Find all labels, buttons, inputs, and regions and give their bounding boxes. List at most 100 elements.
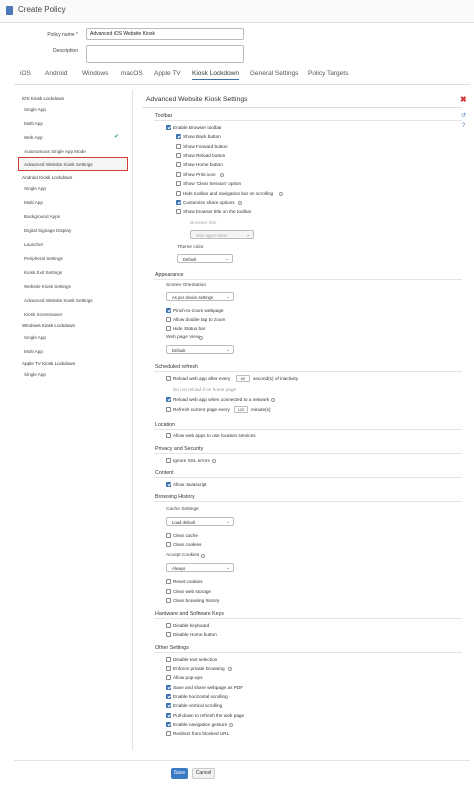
- web-page-view-select[interactable]: Default ⌄: [166, 345, 234, 354]
- hide-toolbar-on-scroll-checkbox[interactable]: [176, 191, 181, 196]
- sidebar-group-ios: iOS Kiosk Lockdown: [22, 96, 65, 101]
- redirect-blocked-url-checkbox[interactable]: [166, 731, 171, 736]
- info-icon[interactable]: [212, 458, 216, 463]
- show-forward-button-checkbox[interactable]: [176, 144, 181, 149]
- sidebar-item-ios-multi-app[interactable]: Multi App: [24, 121, 43, 126]
- sidebar-item-ios-single-app[interactable]: Single App: [24, 107, 46, 112]
- show-clear-session-label: Show 'Clear Session' option: [183, 181, 242, 186]
- close-icon[interactable]: ✖: [460, 95, 467, 104]
- show-clear-session-checkbox[interactable]: [176, 181, 181, 186]
- sidebar-item-windows-single-app[interactable]: Single App: [24, 335, 46, 340]
- show-back-button-checkbox[interactable]: [176, 134, 181, 139]
- clear-cache-checkbox[interactable]: [166, 533, 171, 538]
- double-tap-zoom-checkbox[interactable]: [166, 317, 171, 322]
- sidebar-item-background-apps[interactable]: Background Apps: [24, 214, 60, 219]
- info-icon[interactable]: [220, 172, 224, 177]
- allow-location-checkbox[interactable]: [166, 433, 171, 438]
- sidebar-item-windows-multi-app[interactable]: Multi App: [24, 349, 43, 354]
- reload-after-suffix: second(s) of inactivity: [253, 376, 299, 381]
- sidebar-item-website-kiosk[interactable]: Website Kiosk Settings: [24, 284, 71, 289]
- sidebar-item-digital-signage[interactable]: Digital Signage Display: [24, 228, 71, 233]
- tab-apple-tv[interactable]: Apple TV: [154, 70, 181, 77]
- tab-general-settings[interactable]: General Settings: [250, 70, 298, 77]
- sidebar-item-kiosk-screensaver[interactable]: Kiosk Screensaver: [24, 312, 62, 317]
- sidebar-item-ios-web-app[interactable]: Web App: [24, 135, 43, 140]
- refresh-current-page-input[interactable]: 120: [234, 406, 248, 413]
- disable-text-selection-checkbox[interactable]: [166, 657, 171, 662]
- save-share-pdf-checkbox[interactable]: [166, 685, 171, 690]
- hide-status-bar-checkbox[interactable]: [166, 326, 171, 331]
- vertical-scrolling-checkbox[interactable]: [166, 703, 171, 708]
- undo-icon[interactable]: ↺: [461, 112, 466, 119]
- sidebar-item-launcher[interactable]: Launcher: [24, 242, 43, 247]
- show-reload-button-checkbox[interactable]: [176, 153, 181, 158]
- tab-windows[interactable]: Windows: [82, 70, 108, 77]
- section-divider: [154, 501, 462, 502]
- reload-after-checkbox[interactable]: [166, 376, 171, 381]
- accept-cookies-value: Always: [172, 565, 186, 571]
- sidebar-item-android-multi-app[interactable]: Multi App: [24, 200, 43, 205]
- theme-color-select[interactable]: Default ⌄: [177, 254, 233, 263]
- disable-keyboard-checkbox[interactable]: [166, 623, 171, 628]
- sidebar-item-peripheral-settings[interactable]: Peripheral Settings: [24, 256, 63, 261]
- reload-on-network-checkbox[interactable]: [166, 397, 171, 402]
- customize-share-options-checkbox[interactable]: [176, 200, 181, 205]
- policy-name-input[interactable]: Advanced iOS Website Kiosk: [86, 28, 244, 40]
- show-browser-title-checkbox[interactable]: [176, 209, 181, 214]
- save-button[interactable]: Save: [171, 768, 188, 779]
- help-icon[interactable]: ?: [462, 123, 465, 129]
- info-icon[interactable]: [228, 666, 232, 671]
- allow-javascript-checkbox[interactable]: [166, 482, 171, 487]
- horizontal-scrolling-label: Enable horizontal scrolling: [173, 694, 228, 699]
- allow-popups-checkbox[interactable]: [166, 675, 171, 680]
- clear-cookies-checkbox[interactable]: [166, 542, 171, 547]
- reset-cookies-checkbox[interactable]: [166, 579, 171, 584]
- cancel-button[interactable]: Cancel: [192, 768, 215, 779]
- sidebar-item-android-single-app[interactable]: Single App: [24, 186, 46, 191]
- show-back-button-label: Show Back button: [183, 134, 221, 139]
- info-icon[interactable]: [199, 335, 203, 340]
- info-icon[interactable]: [279, 191, 283, 196]
- reload-on-network-label: Reload web app when connected to a netwo…: [173, 397, 270, 402]
- show-home-button-checkbox[interactable]: [176, 162, 181, 167]
- enable-browser-toolbar-checkbox[interactable]: [166, 125, 171, 130]
- info-icon[interactable]: [238, 200, 242, 205]
- tab-macos[interactable]: macOS: [121, 70, 143, 77]
- navigation-gesture-checkbox[interactable]: [166, 722, 171, 727]
- pinch-to-zoom-checkbox[interactable]: [166, 308, 171, 313]
- section-divider: [154, 371, 462, 372]
- tab-android[interactable]: Android: [45, 70, 67, 77]
- tab-ios[interactable]: iOS: [20, 70, 31, 77]
- screen-orientation-select[interactable]: As per device settings ⌄: [166, 292, 234, 301]
- accept-cookies-select[interactable]: Always ⌄: [166, 563, 234, 572]
- pull-down-refresh-checkbox[interactable]: [166, 713, 171, 718]
- info-icon[interactable]: [201, 553, 205, 558]
- sidebar-item-kiosk-exit[interactable]: Kiosk Exit Settings: [24, 270, 62, 275]
- refresh-current-page-checkbox[interactable]: [166, 407, 171, 412]
- reload-after-input[interactable]: 60: [236, 375, 250, 382]
- browser-title-label: Browser title: [190, 221, 217, 226]
- ignore-ssl-checkbox[interactable]: [166, 458, 171, 463]
- disable-home-button-checkbox[interactable]: [166, 632, 171, 637]
- description-input[interactable]: [86, 45, 244, 63]
- sidebar-item-apple-tv-single-app[interactable]: Single App: [24, 372, 46, 377]
- cache-settings-select[interactable]: Load default ⌄: [166, 517, 234, 526]
- sidebar-item-android-advanced-website-kiosk[interactable]: Advanced Website Kiosk Settings: [24, 298, 93, 303]
- tab-policy-targets[interactable]: Policy Targets: [308, 70, 348, 77]
- sidebar-item-ios-advanced-website-kiosk[interactable]: Advanced Website Kiosk Settings: [24, 162, 93, 167]
- horizontal-scrolling-checkbox[interactable]: [166, 694, 171, 699]
- sidebar-item-autonomous-single-app[interactable]: Autonomous Single App Mode: [24, 149, 86, 154]
- ignore-ssl-label: Ignore SSL errors: [173, 458, 210, 463]
- clear-web-storage-checkbox[interactable]: [166, 589, 171, 594]
- show-print-icon-checkbox[interactable]: [176, 172, 181, 177]
- tab-kiosk-lockdown[interactable]: Kiosk Lockdown: [192, 70, 239, 80]
- enforce-private-browsing-checkbox[interactable]: [166, 666, 171, 671]
- info-icon[interactable]: [229, 722, 233, 727]
- policy-name-label: Policy name *: [47, 32, 78, 38]
- browser-title-select[interactable]: Web app's name ⌄: [190, 230, 254, 239]
- appearance-section-title: Appearance: [155, 272, 184, 278]
- redirect-blocked-url-label: Redirect from blocked URL: [173, 731, 230, 736]
- clear-browsing-history-checkbox[interactable]: [166, 598, 171, 603]
- info-icon[interactable]: [271, 397, 275, 402]
- chevron-down-icon: ⌄: [226, 294, 230, 299]
